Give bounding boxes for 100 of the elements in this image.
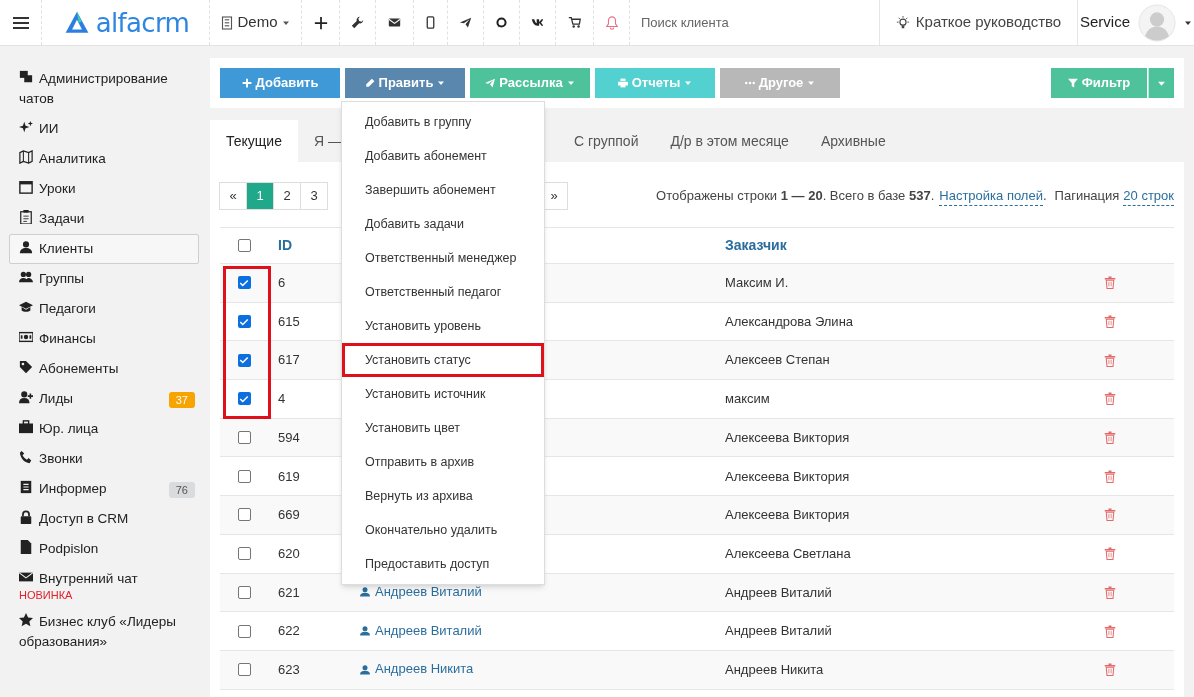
checkbox[interactable] [237,508,251,522]
printer-icon [617,78,628,88]
sidebar-item[interactable]: Информер 76 [9,474,199,504]
trash-icon[interactable] [1104,469,1116,483]
checkbox[interactable] [237,315,251,329]
building-icon [221,15,234,30]
trash-icon[interactable] [1104,585,1116,599]
user-menu[interactable]: Service [1080,3,1192,42]
sidebar-item[interactable]: Клиенты [9,234,199,264]
table-cell: 622 [278,623,300,639]
column-header[interactable]: Заказчик [725,235,787,256]
branch-dropdown[interactable]: Demo [221,11,290,34]
checkbox[interactable] [237,585,251,599]
bell-icon[interactable] [604,15,619,30]
mail-icon[interactable] [388,16,401,29]
sidebar-item[interactable]: Финансы [9,324,199,354]
client-link[interactable]: Андреев Виталий [360,581,482,602]
wrench-icon[interactable] [351,16,364,29]
table-cell: Алексеева Виктория [725,507,850,523]
trash-icon[interactable] [1104,547,1116,561]
menu-icon[interactable] [11,14,30,31]
sidebar-item[interactable]: Уроки [9,174,199,204]
menu-item[interactable]: Установить уровень [342,309,544,343]
checkbox[interactable] [237,469,251,483]
trash-icon[interactable] [1104,508,1116,522]
check-icon [239,316,249,327]
page-button[interactable]: 3 [300,182,328,210]
sidebar-item[interactable]: ИИ [9,114,199,144]
sidebar-item[interactable]: Администрирование чатов [9,64,199,114]
page-button[interactable]: « [219,182,247,210]
person-icon [360,586,370,598]
fields-settings-link[interactable]: Настройка полей [939,185,1043,207]
menu-item[interactable]: Добавить в группу [342,105,544,139]
trash-icon[interactable] [1104,431,1116,445]
trash-icon[interactable] [1104,663,1116,677]
menu-item[interactable]: Добавить задачи [342,207,544,241]
trash-icon[interactable] [1104,353,1116,367]
filter-icon [1067,78,1078,88]
plus-icon[interactable] [313,15,328,30]
sidebar-item[interactable]: Podpislon [9,534,199,564]
person-icon [360,624,370,636]
client-link[interactable]: Андреев Никита [360,659,474,679]
tab[interactable]: Д/р в этом месяце [654,120,805,162]
sidebar-item[interactable]: Лиды 37 [9,384,199,414]
pencil-icon [364,78,375,88]
caret-icon [807,79,816,87]
checkbox[interactable] [237,239,251,252]
send-icon [485,78,496,88]
sidebar-item[interactable]: Доступ в CRM [9,504,199,534]
checkbox[interactable] [237,663,251,677]
menu-item[interactable]: Ответственный менеджер [342,241,544,275]
table-cell: 669 [278,507,300,523]
checkbox[interactable] [237,547,251,561]
table-cell: 621 [278,584,300,600]
menu-item[interactable]: Установить источник [342,377,544,411]
checkbox[interactable] [237,276,251,290]
cart-icon[interactable] [568,16,581,29]
menu-item[interactable]: Установить цвет [342,411,544,445]
checkbox[interactable] [237,431,251,445]
separator-text: . [1042,187,1047,206]
phone-icon[interactable] [424,16,437,29]
trash-icon[interactable] [1104,276,1116,290]
menu-item[interactable]: Установить статус [342,343,544,377]
menu-item[interactable]: Добавить абонемент [342,139,544,173]
tab[interactable]: Архивные [804,120,902,162]
menu-item[interactable]: Вернуть из архива [342,479,544,513]
toolbar-button[interactable]: Править [345,68,465,98]
sidebar-item[interactable]: Группы [9,264,199,294]
sidebar-item[interactable]: Юр. лица [9,414,199,444]
sidebar-item[interactable]: Аналитика [9,144,199,174]
menu-item[interactable]: Ответственный педагог [342,275,544,309]
trash-icon[interactable] [1104,392,1116,406]
tab[interactable]: Текущие [210,120,298,162]
page-button[interactable]: 2 [273,182,301,210]
caret-icon [566,79,575,87]
trash-icon[interactable] [1104,315,1116,329]
checkbox[interactable] [237,624,251,638]
table-cell: Андреев Виталий [725,584,832,600]
sidebar-item[interactable]: Абонементы [9,354,199,384]
menu-item[interactable]: Отправить в архив [342,445,544,479]
sidebar-item[interactable]: Педагоги [9,294,199,324]
chat-icon[interactable] [495,16,508,29]
client-link[interactable]: Андреев Виталий [360,620,482,641]
sidebar-item[interactable]: Бизнес клуб «Лидеры образования» [9,607,199,657]
menu-item[interactable]: Предоставить доступ [342,547,544,581]
search-field[interactable]: Поиск клиента [630,0,879,45]
sidebar-item[interactable]: Задачи [9,204,199,234]
trash-icon[interactable] [1104,624,1116,638]
sidebar-item[interactable]: Звонки [9,444,199,474]
guide-link[interactable]: Краткое руководство [895,11,1062,34]
menu-item[interactable]: Окончательно удалить [342,513,544,547]
checkbox[interactable] [237,392,251,406]
checkbox[interactable] [237,353,251,367]
rows-per-page-link[interactable]: 20 строк [1123,185,1174,207]
vk-icon[interactable] [531,16,544,29]
tab[interactable]: С группой [557,120,655,162]
check-icon [239,355,249,366]
table-cell: 617 [278,352,300,368]
sidebar-item[interactable]: Внутренний чат НОВИНКА [9,564,199,607]
count-badge: 76 [168,482,195,498]
